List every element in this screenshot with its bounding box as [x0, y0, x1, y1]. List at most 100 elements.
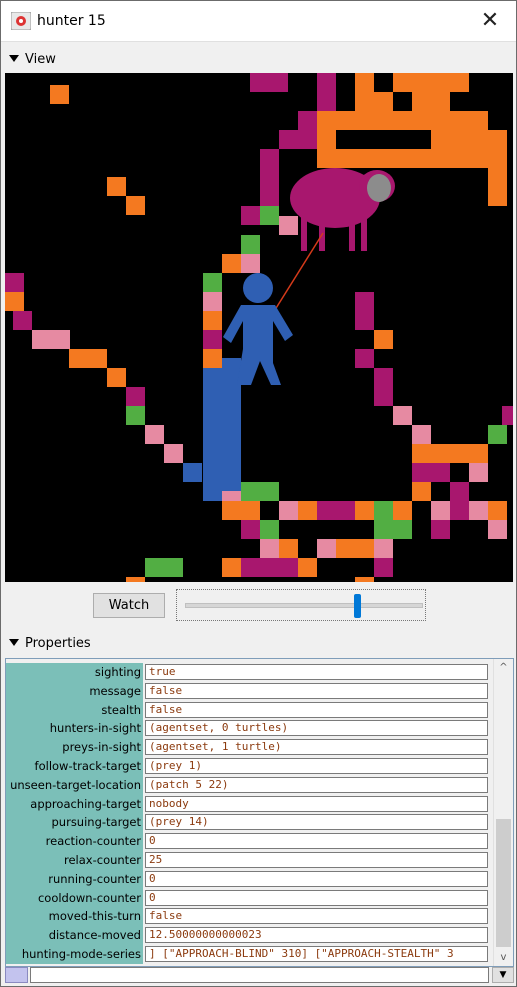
- patch-cell: [222, 558, 241, 577]
- patch-cell: [203, 330, 222, 349]
- history-dropdown-icon[interactable]: ▼: [492, 967, 514, 983]
- world-view[interactable]: [5, 73, 513, 582]
- patch-cell: [250, 73, 269, 92]
- patch-cell: [126, 196, 145, 215]
- patch-cell: [69, 349, 88, 368]
- watch-button[interactable]: Watch: [93, 593, 165, 618]
- patch-cell: [203, 444, 222, 463]
- patch-cell: [355, 111, 374, 130]
- patch-cell: [260, 539, 279, 558]
- patch-cell: [450, 111, 469, 130]
- property-value-field[interactable]: (agentset, 0 turtles): [145, 720, 488, 737]
- patch-cell: [502, 406, 513, 425]
- patch-cell: [317, 149, 336, 168]
- properties-panel: sighting true message false stealth false hunt…: [5, 658, 514, 967]
- pursuit-link: [272, 232, 324, 314]
- scroll-thumb[interactable]: [496, 819, 511, 947]
- scroll-down-icon[interactable]: v: [494, 949, 513, 966]
- command-input[interactable]: [30, 967, 489, 983]
- patch-cell: [355, 501, 374, 520]
- patch-cell: [298, 558, 317, 577]
- property-label: preys-in-sight: [6, 738, 143, 758]
- scroll-up-icon[interactable]: ^: [494, 659, 513, 676]
- property-value-field[interactable]: (agentset, 1 turtle): [145, 739, 488, 756]
- title-bar: hunter 15 ✕: [1, 1, 516, 42]
- property-row: running-counter 0: [6, 869, 492, 889]
- property-value-field[interactable]: true: [145, 664, 488, 680]
- property-value-field[interactable]: 0: [145, 889, 488, 906]
- patch-cell: [145, 425, 164, 444]
- patch-cell: [393, 111, 412, 130]
- patch-cell: [145, 558, 164, 577]
- property-value-field[interactable]: false: [145, 701, 488, 718]
- patch-cell: [374, 111, 393, 130]
- patch-cell: [260, 558, 279, 577]
- properties-section-header[interactable]: Properties: [9, 634, 91, 654]
- view-section-header[interactable]: View: [9, 50, 56, 70]
- slider-track: [185, 603, 423, 608]
- properties-scrollbar[interactable]: ^ v: [493, 659, 513, 966]
- patch-cell: [50, 85, 69, 104]
- triangle-down-icon: [9, 639, 19, 646]
- agent-type-selector[interactable]: [5, 967, 28, 983]
- patch-cell: [107, 177, 126, 196]
- slider-thumb[interactable]: [354, 594, 362, 618]
- patch-cell: [488, 187, 507, 206]
- patch-cell: [374, 520, 393, 539]
- patch-cell: [374, 558, 393, 577]
- patch-cell: [469, 130, 488, 149]
- property-row: hunters-in-sight (agentset, 0 turtles): [6, 719, 492, 739]
- patch-cell: [317, 73, 336, 92]
- patch-cell: [298, 501, 317, 520]
- patch-cell: [260, 520, 279, 539]
- patch-cell: [469, 501, 488, 520]
- property-value-field[interactable]: 0: [145, 870, 488, 887]
- patch-cell: [488, 149, 507, 168]
- property-label: distance-moved: [6, 926, 143, 946]
- property-row: approaching-target nobody: [6, 794, 492, 814]
- patch-cell: [450, 501, 469, 520]
- property-value-field[interactable]: false: [145, 682, 488, 699]
- patch-cell: [164, 444, 183, 463]
- patch-cell: [203, 368, 222, 387]
- patch-cell: [126, 577, 145, 582]
- view-section-label: View: [25, 52, 56, 67]
- close-icon[interactable]: ✕: [476, 7, 504, 35]
- patch-cell: [279, 558, 298, 577]
- patch-cell: [393, 501, 412, 520]
- property-value-field[interactable]: 0: [145, 833, 488, 850]
- property-label: pursuing-target: [6, 813, 143, 833]
- property-value-field[interactable]: ] ["APPROACH-BLIND" 310] ["APPROACH-STEA…: [145, 946, 488, 962]
- patch-cell: [355, 349, 374, 368]
- property-value-field[interactable]: 25: [145, 852, 488, 868]
- patch-cell: [126, 387, 145, 406]
- patch-cell: [241, 501, 260, 520]
- patch-cell: [241, 254, 260, 273]
- patch-cell: [431, 92, 450, 111]
- patch-cell: [203, 482, 222, 501]
- property-value-field[interactable]: 12.50000000000023: [145, 927, 488, 944]
- zoom-slider[interactable]: [176, 589, 426, 621]
- patch-cell: [241, 482, 260, 501]
- patch-cell: [222, 415, 241, 434]
- patch-cell: [374, 149, 393, 168]
- property-label: moved-this-turn: [6, 907, 143, 927]
- property-value-field[interactable]: (prey 14): [145, 814, 488, 831]
- property-value-field[interactable]: (prey 1): [145, 758, 488, 774]
- property-row: stealth false: [6, 700, 492, 720]
- patch-cell: [222, 501, 241, 520]
- property-row: relax-counter 25: [6, 851, 492, 870]
- patch-cell: [488, 520, 507, 539]
- patch-cell: [374, 368, 393, 387]
- property-value-field[interactable]: false: [145, 908, 488, 925]
- property-value-field[interactable]: (patch 5 22): [145, 776, 488, 793]
- property-label: follow-track-target: [6, 757, 143, 776]
- patch-cell: [203, 311, 222, 330]
- window-title: hunter 15: [37, 13, 106, 29]
- property-value-field[interactable]: nobody: [145, 795, 488, 812]
- patch-cell: [355, 311, 374, 330]
- patch-cell: [469, 111, 488, 130]
- patch-cell: [488, 168, 507, 187]
- patch-cell: [336, 501, 355, 520]
- property-row: hunting-mode-series] ["APPROACH-BLIND" 3…: [6, 945, 492, 964]
